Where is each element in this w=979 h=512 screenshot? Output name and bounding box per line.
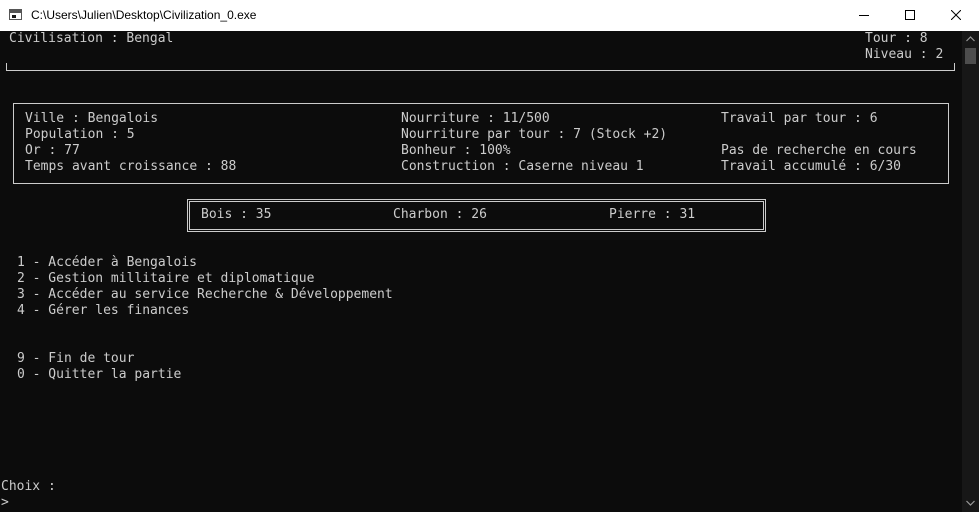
civilisation-label: Civilisation : Bengal: [9, 31, 174, 46]
happiness-value: Bonheur : 100%: [401, 143, 511, 158]
arrow-down-icon: [966, 500, 975, 506]
wood-value: Bois : 35: [201, 207, 272, 222]
menu-option: 1 - Accéder à Bengalois: [17, 255, 198, 270]
gold-value: Or : 77: [25, 143, 80, 158]
scroll-thumb[interactable]: [965, 48, 976, 64]
choice-prompt: Choix :: [1, 479, 56, 494]
turn-counter: Tour : 8: [865, 31, 928, 46]
maximize-icon: [905, 10, 915, 20]
scroll-track[interactable]: [962, 48, 979, 495]
population-value: Population : 5: [25, 127, 135, 142]
food-value: Nourriture : 11/500: [401, 111, 550, 126]
growth-time: Temps avant croissance : 88: [25, 159, 237, 174]
window-titlebar: C:\Users\Julien\Desktop\Civilization_0.e…: [0, 0, 979, 31]
close-button[interactable]: [933, 0, 979, 31]
level-indicator: Niveau : 2: [865, 47, 944, 62]
minimize-button[interactable]: [841, 0, 887, 31]
food-per-turn: Nourriture par tour : 7 (Stock +2): [401, 127, 668, 142]
menu-option: 9 - Fin de tour: [17, 351, 135, 366]
city-name: Ville : Bengalois: [25, 111, 159, 126]
stone-value: Pierre : 31: [609, 207, 696, 222]
work-per-turn: Travail par tour : 6: [721, 111, 878, 126]
menu-option: 0 - Quitter la partie: [17, 367, 182, 382]
header-divider: [6, 63, 955, 71]
scroll-up-button[interactable]: [962, 31, 979, 48]
window-title: C:\Users\Julien\Desktop\Civilization_0.e…: [31, 8, 257, 22]
menu-option: 4 - Gérer les finances: [17, 303, 190, 318]
minimize-icon: [859, 15, 869, 16]
close-icon: [951, 10, 961, 20]
research-status: Pas de recherche en cours: [721, 143, 917, 158]
menu-option: 3 - Accéder au service Recherche & Dével…: [17, 287, 393, 302]
console-app-icon[interactable]: [9, 9, 22, 20]
work-accumulated: Travail accumulé : 6/30: [721, 159, 902, 174]
coal-value: Charbon : 26: [393, 207, 487, 222]
arrow-up-icon: [966, 36, 975, 42]
scroll-down-button[interactable]: [962, 495, 979, 512]
console-output: Civilisation : Bengal Tour : 8 Niveau : …: [0, 31, 962, 512]
menu-option: 2 - Gestion millitaire et diplomatique: [17, 271, 315, 286]
vertical-scrollbar[interactable]: [962, 31, 979, 512]
construction-value: Construction : Caserne niveau 1: [401, 159, 644, 174]
input-cursor[interactable]: >: [1, 495, 9, 511]
maximize-button[interactable]: [887, 0, 933, 31]
